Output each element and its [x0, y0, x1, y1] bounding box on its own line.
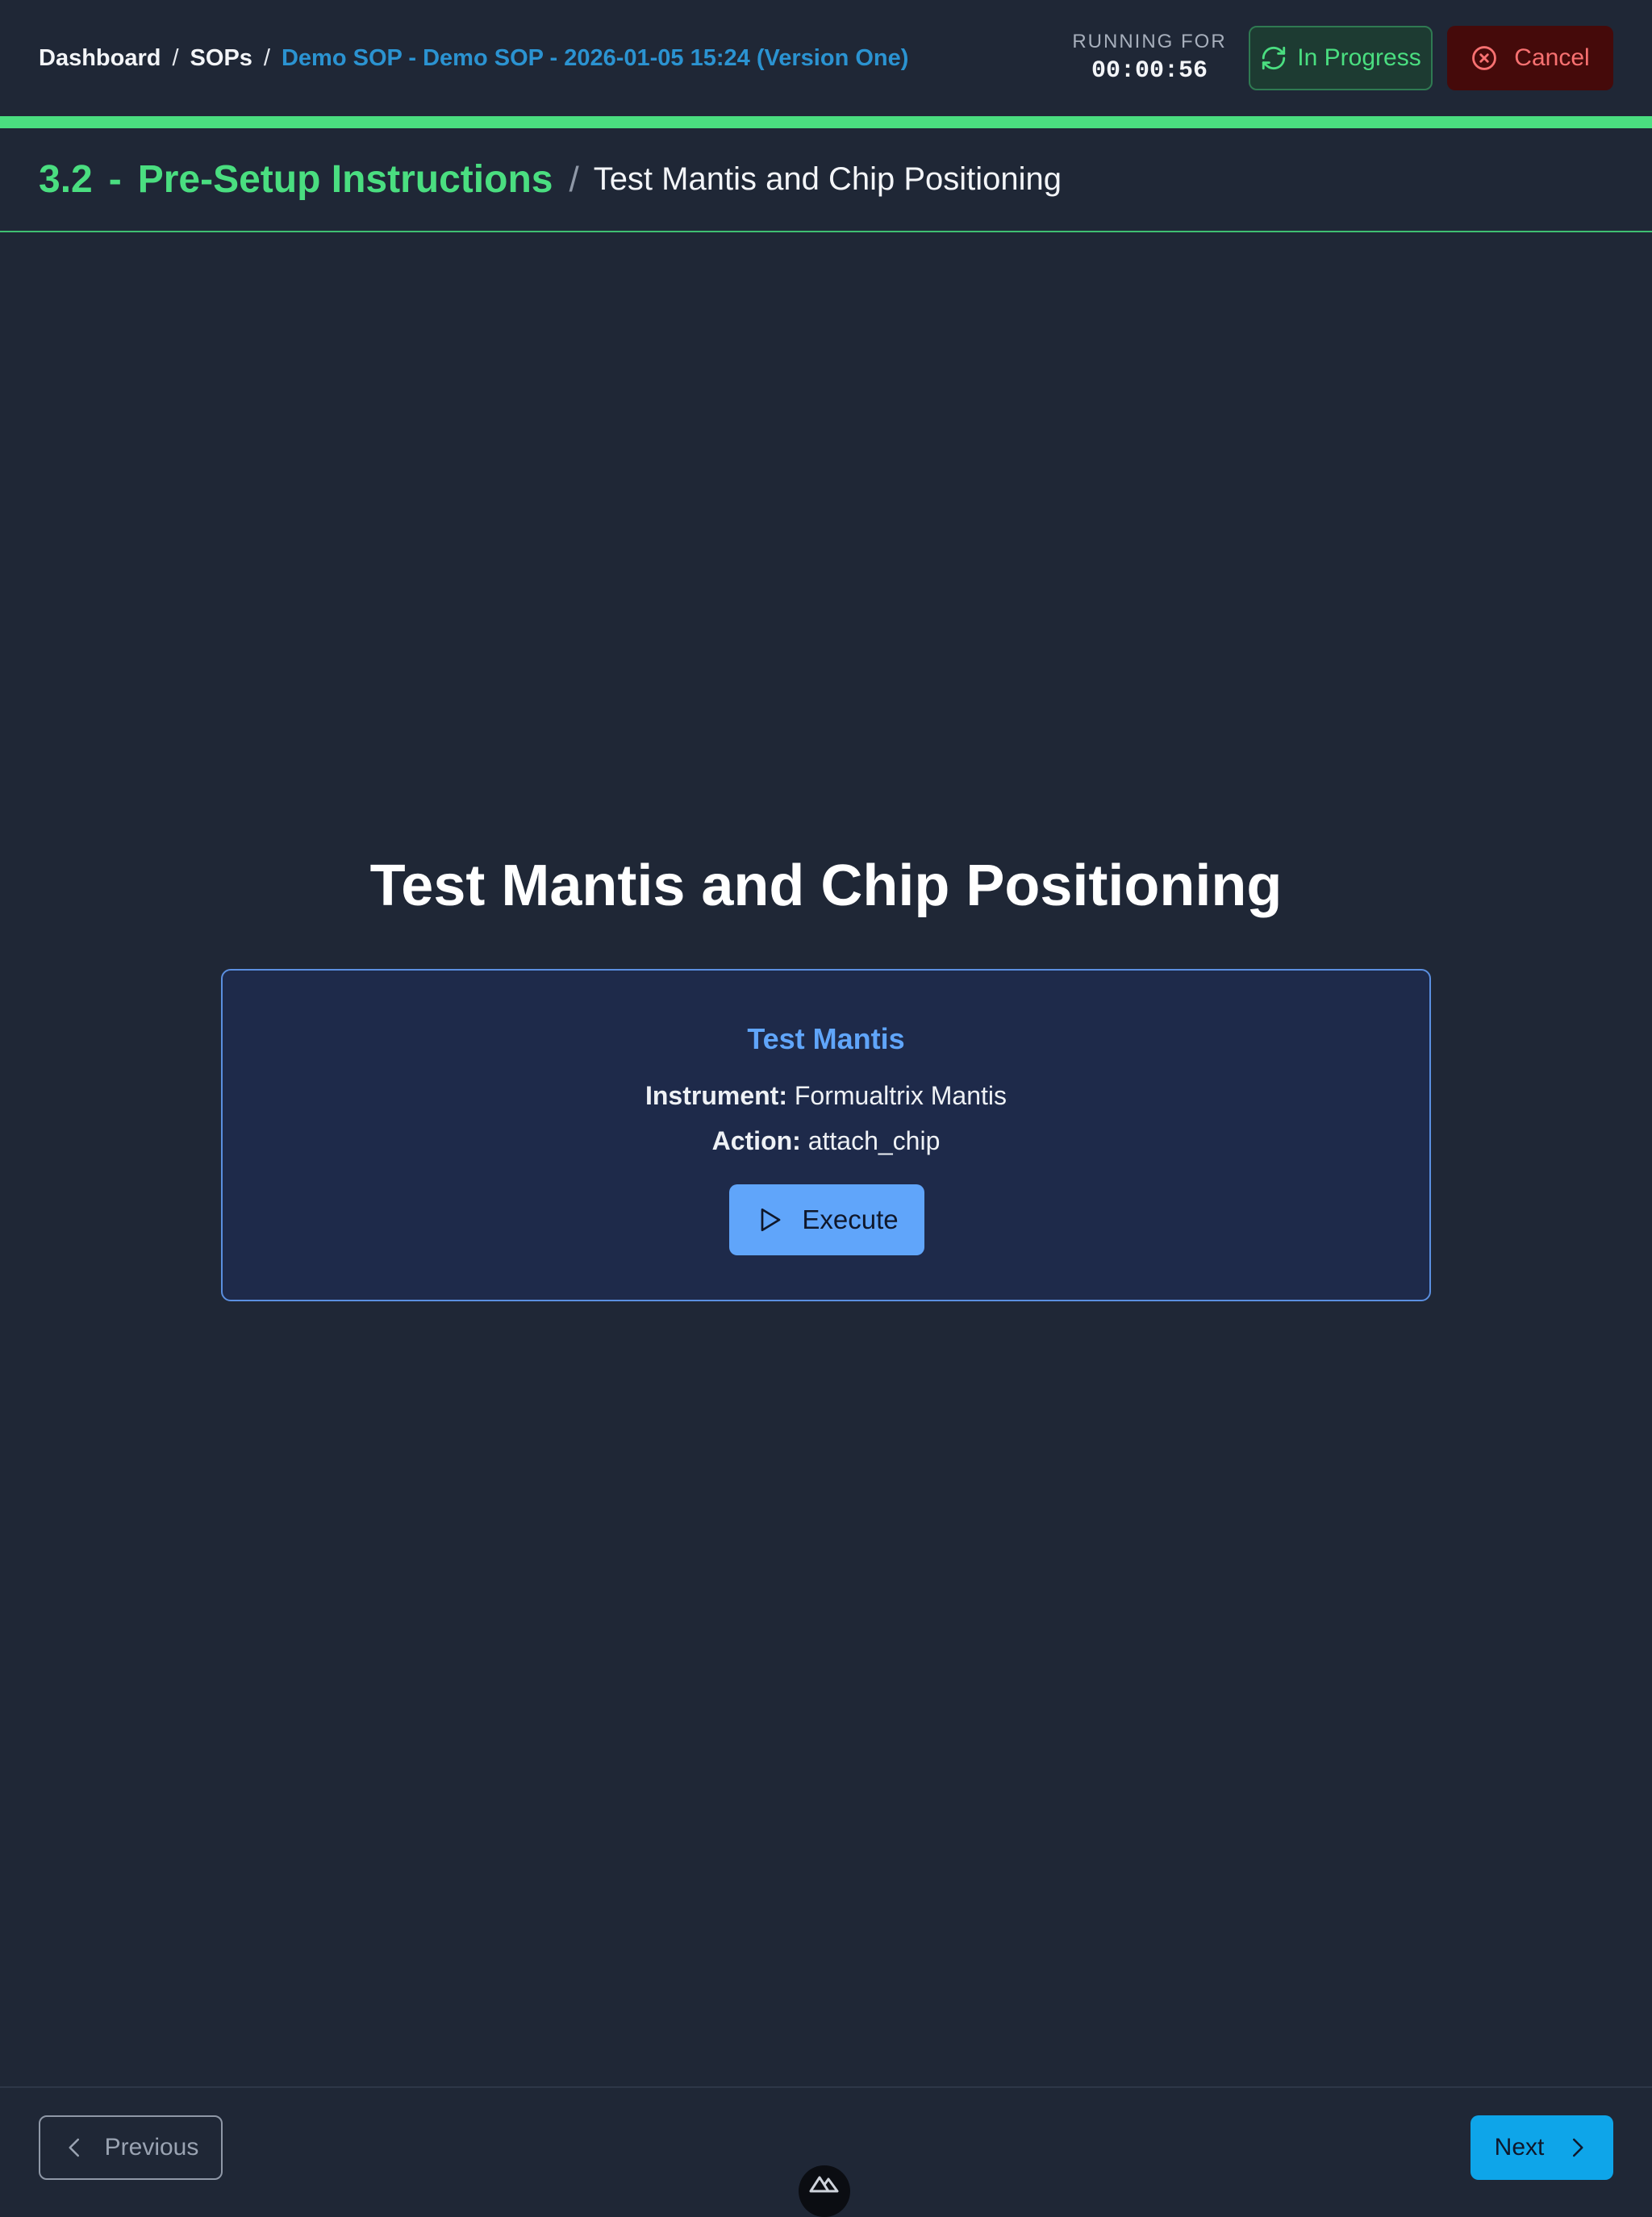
- next-button[interactable]: Next: [1471, 2115, 1613, 2180]
- chevron-right-icon: [1565, 2136, 1589, 2160]
- breadcrumb-sops[interactable]: SOPs: [190, 45, 252, 72]
- page-title: Test Mantis and Chip Positioning: [369, 854, 1283, 918]
- devtools-toggle[interactable]: [799, 2165, 850, 2217]
- section-number: 3.2: [39, 158, 93, 201]
- action-row: Action: attach_chip: [223, 1121, 1429, 1161]
- breadcrumb-separator: /: [263, 44, 270, 71]
- instrument-action-card: Test Mantis Instrument: Formualtrix Mant…: [221, 969, 1431, 1301]
- section-dash: -: [108, 158, 122, 201]
- instrument-label: Instrument:: [645, 1081, 787, 1110]
- execute-button[interactable]: Execute: [729, 1184, 924, 1255]
- progress-bar: [0, 116, 1652, 128]
- nuxt-logo-icon: [808, 2173, 841, 2194]
- chevron-left-icon: [63, 2136, 87, 2160]
- top-bar: Dashboard / SOPs / Demo SOP - Demo SOP -…: [0, 0, 1652, 116]
- breadcrumb-dashboard[interactable]: Dashboard: [39, 45, 161, 72]
- card-title: Test Mantis: [747, 1022, 905, 1055]
- play-icon: [755, 1205, 784, 1234]
- timer-label: RUNNING FOR: [1072, 31, 1227, 52]
- instrument-value: Formualtrix Mantis: [794, 1081, 1007, 1110]
- running-timer: RUNNING FOR 00:00:56: [1065, 29, 1234, 87]
- status-badge: In Progress: [1249, 26, 1433, 90]
- previous-label: Previous: [104, 2134, 199, 2161]
- breadcrumb-current-sop[interactable]: Demo SOP - Demo SOP - 2026-01-05 15:24 (…: [282, 45, 908, 72]
- execute-label: Execute: [802, 1205, 899, 1234]
- breadcrumb: Dashboard / SOPs / Demo SOP - Demo SOP -…: [39, 40, 908, 76]
- x-circle-icon: [1471, 44, 1498, 72]
- cancel-button[interactable]: Cancel: [1447, 26, 1613, 90]
- section-title: Pre-Setup Instructions: [137, 158, 553, 201]
- step-title: Test Mantis and Chip Positioning: [593, 161, 1062, 197]
- cancel-label: Cancel: [1514, 44, 1590, 71]
- next-label: Next: [1494, 2134, 1545, 2161]
- breadcrumb-separator: /: [172, 44, 179, 71]
- section-separator: /: [569, 159, 579, 199]
- previous-button[interactable]: Previous: [39, 2115, 223, 2180]
- timer-value: 00:00:56: [1091, 57, 1208, 85]
- status-label: In Progress: [1297, 44, 1421, 71]
- progress-bar-fill: [0, 116, 1652, 128]
- instrument-row: Instrument: Formualtrix Mantis: [223, 1075, 1429, 1116]
- section-header: 3.2 - Pre-Setup Instructions / Test Mant…: [0, 128, 1652, 232]
- action-label: Action:: [711, 1126, 801, 1155]
- refresh-icon: [1260, 44, 1287, 72]
- action-value: attach_chip: [807, 1126, 941, 1155]
